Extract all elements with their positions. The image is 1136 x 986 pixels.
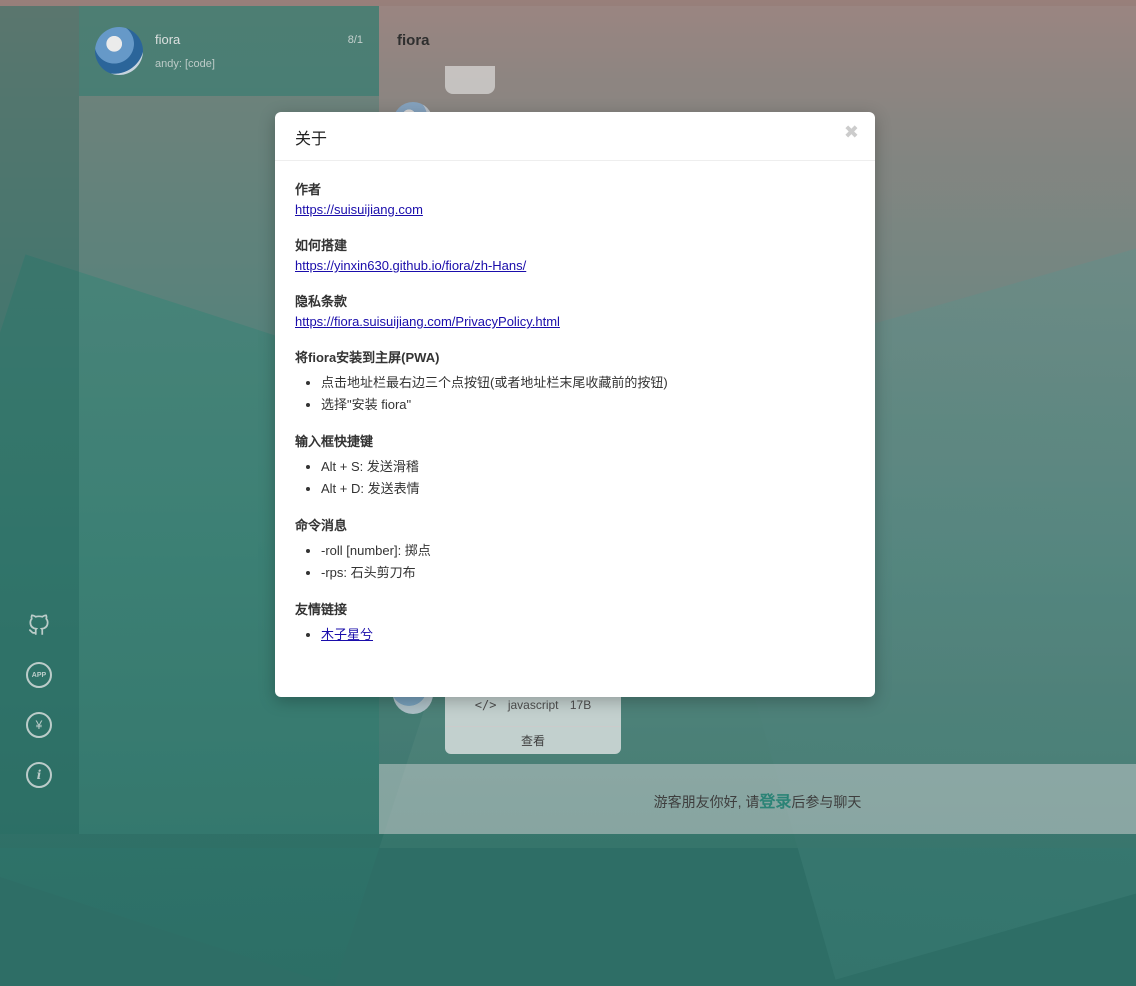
dialog-title: 关于 bbox=[295, 131, 328, 148]
about-dialog: 关于 ✖ 作者 https://suisuijiang.com 如何搭建 htt… bbox=[275, 112, 875, 697]
list-item: 点击地址栏最右边三个点按钮(或者地址栏末尾收藏前的按钮) bbox=[321, 372, 855, 394]
list-item: Alt + S: 发送滑稽 bbox=[321, 456, 855, 478]
pwa-section: 将fiora安装到主屏(PWA) 点击地址栏最右边三个点按钮(或者地址栏末尾收藏… bbox=[295, 348, 855, 416]
pwa-steps: 点击地址栏最右边三个点按钮(或者地址栏末尾收藏前的按钮) 选择"安装 fiora… bbox=[295, 372, 855, 416]
shortcuts-section: 输入框快捷键 Alt + S: 发送滑稽 Alt + D: 发送表情 bbox=[295, 432, 855, 500]
section-title: 将fiora安装到主屏(PWA) bbox=[295, 350, 440, 365]
privacy-policy-link[interactable]: https://fiora.suisuijiang.com/PrivacyPol… bbox=[295, 312, 855, 332]
close-icon[interactable]: ✖ bbox=[844, 122, 859, 143]
list-item: Alt + D: 发送表情 bbox=[321, 478, 855, 500]
section-title: 输入框快捷键 bbox=[295, 434, 374, 449]
shortcut-list: Alt + S: 发送滑稽 Alt + D: 发送表情 bbox=[295, 456, 855, 500]
friend-links: 木子星兮 bbox=[295, 624, 855, 646]
dialog-body: 作者 https://suisuijiang.com 如何搭建 https://… bbox=[295, 180, 855, 662]
build-section: 如何搭建 https://yinxin630.github.io/fiora/z… bbox=[295, 236, 855, 276]
friend-link[interactable]: 木子星兮 bbox=[321, 627, 373, 642]
author-section: 作者 https://suisuijiang.com bbox=[295, 180, 855, 220]
section-title: 命令消息 bbox=[295, 518, 348, 533]
list-item: 木子星兮 bbox=[321, 624, 855, 646]
privacy-section: 隐私条款 https://fiora.suisuijiang.com/Priva… bbox=[295, 292, 855, 332]
command-list: -roll [number]: 掷点 -rps: 石头剪刀布 bbox=[295, 540, 855, 584]
commands-section: 命令消息 -roll [number]: 掷点 -rps: 石头剪刀布 bbox=[295, 516, 855, 584]
section-title: 隐私条款 bbox=[295, 294, 348, 309]
friends-section: 友情链接 木子星兮 bbox=[295, 600, 855, 646]
section-title: 如何搭建 bbox=[295, 238, 348, 253]
author-link[interactable]: https://suisuijiang.com bbox=[295, 200, 855, 220]
list-item: 选择"安装 fiora" bbox=[321, 394, 855, 416]
list-item: -roll [number]: 掷点 bbox=[321, 540, 855, 562]
section-title: 作者 bbox=[295, 182, 322, 197]
section-title: 友情链接 bbox=[295, 602, 348, 617]
dialog-header: 关于 ✖ bbox=[275, 112, 875, 161]
build-docs-link[interactable]: https://yinxin630.github.io/fiora/zh-Han… bbox=[295, 256, 855, 276]
list-item: -rps: 石头剪刀布 bbox=[321, 562, 855, 584]
